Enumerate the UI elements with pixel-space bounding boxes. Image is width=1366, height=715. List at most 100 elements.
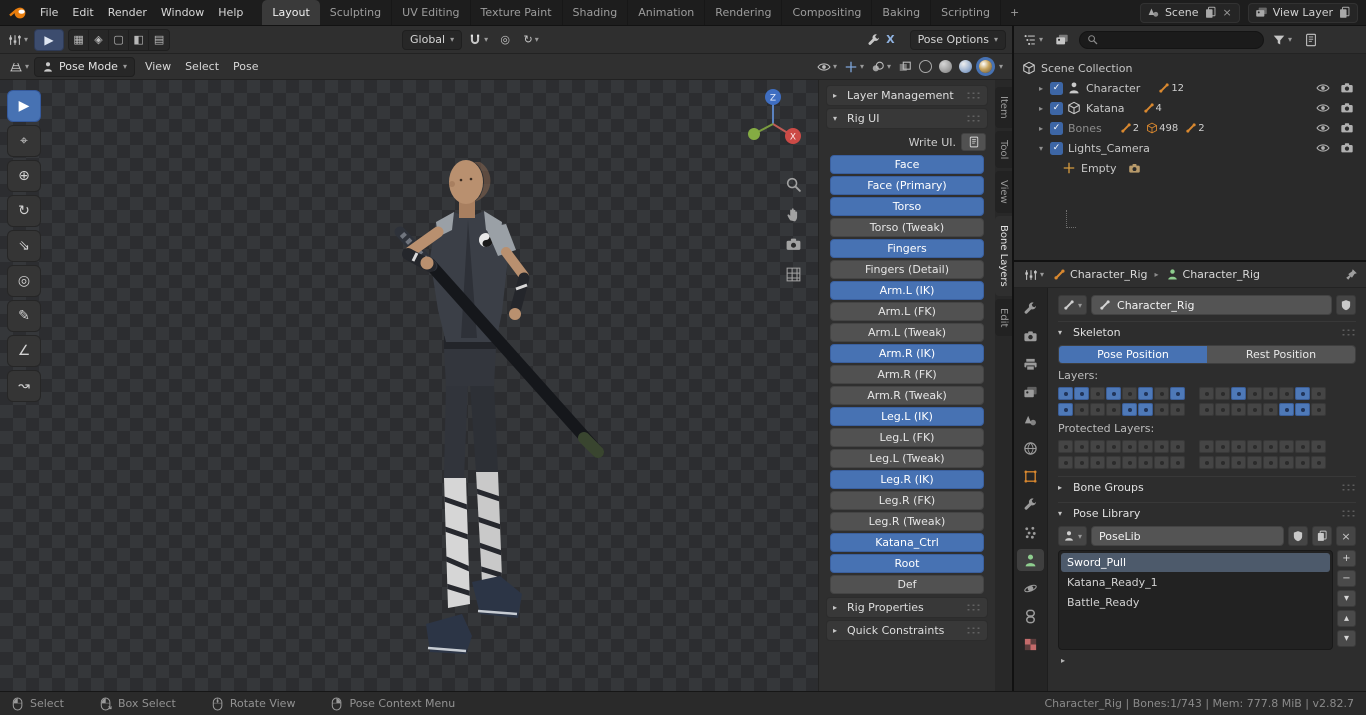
rig-layer-arm-l-tweak[interactable]: Arm.L (Tweak)	[830, 323, 984, 342]
disable-render-camera-icon[interactable]	[1340, 121, 1354, 135]
panel-grip[interactable]	[966, 603, 981, 612]
sidebar-tab-edit[interactable]: Edit	[995, 298, 1012, 337]
disable-render-camera-icon[interactable]	[1340, 81, 1354, 95]
rig-layer-leg-r-ik[interactable]: Leg.R (IK)	[830, 470, 984, 489]
snap-volume-icon[interactable]: ▤	[149, 30, 169, 50]
layer-toggle[interactable]	[1122, 387, 1137, 400]
outliner-row-bones[interactable]: ▸ ✓ Bones 2 498 2	[1016, 118, 1364, 138]
protected-layer-toggle[interactable]	[1138, 440, 1153, 453]
workspace-tab-baking[interactable]: Baking	[872, 0, 932, 25]
menu-file[interactable]: File	[33, 3, 65, 22]
protected-layer-toggle[interactable]	[1154, 440, 1169, 453]
panel-grip[interactable]	[966, 626, 981, 635]
rig-layer-arm-l-ik[interactable]: Arm.L (IK)	[830, 281, 984, 300]
menu-edit[interactable]: Edit	[65, 3, 100, 22]
layer-toggle[interactable]	[1247, 403, 1262, 416]
protected-layer-toggle[interactable]	[1170, 456, 1185, 469]
overlays-toggle[interactable]: ▾	[871, 60, 891, 74]
disclosure-icon[interactable]: ▸	[1036, 124, 1046, 133]
protected-layer-toggle[interactable]	[1122, 456, 1137, 469]
poselib-browse-button[interactable]: ▾	[1058, 526, 1088, 546]
layer-toggle[interactable]	[1170, 403, 1185, 416]
snap-face-icon[interactable]: ◧	[129, 29, 150, 50]
sidebar-tab-view[interactable]: View	[995, 171, 1012, 213]
outliner-row-scene-collection[interactable]: Scene Collection	[1016, 58, 1364, 78]
proportional-edit-button[interactable]: ◎	[494, 29, 516, 51]
tool-scale[interactable]: ⇘	[7, 230, 41, 262]
rig-layer-root[interactable]: Root	[830, 554, 984, 573]
bone-groups-panel-header[interactable]: ▸ Bone Groups	[1058, 476, 1356, 496]
protected-layer-toggle[interactable]	[1090, 456, 1105, 469]
rig-layer-leg-l-tweak[interactable]: Leg.L (Tweak)	[830, 449, 984, 468]
collection-checkbox[interactable]: ✓	[1050, 101, 1063, 115]
pose-position-button[interactable]: Pose Position	[1059, 346, 1207, 363]
tool-cursor[interactable]: ⌖	[7, 125, 41, 157]
disclosure-icon[interactable]: ▸	[1036, 104, 1046, 113]
layer-toggle[interactable]	[1311, 403, 1326, 416]
outliner-new-collection-button[interactable]	[1300, 29, 1322, 51]
protected-layer-toggle[interactable]	[1074, 440, 1089, 453]
layer-toggle[interactable]	[1138, 403, 1153, 416]
pose-specials-button[interactable]: ▾	[1337, 590, 1356, 607]
blender-logo-icon[interactable]	[9, 5, 28, 20]
layer-toggle[interactable]	[1199, 387, 1214, 400]
protected-layer-toggle[interactable]	[1247, 440, 1262, 453]
hide-eye-icon[interactable]	[1316, 141, 1330, 155]
poselib-name-field[interactable]: PoseLib	[1091, 526, 1284, 546]
layer-toggle[interactable]	[1058, 387, 1073, 400]
xray-toggle[interactable]	[898, 60, 912, 74]
copy-scene-icon[interactable]	[1204, 6, 1217, 19]
shading-material-button[interactable]	[958, 60, 972, 73]
protected-layer-toggle[interactable]	[1263, 440, 1278, 453]
outliner-filter-button[interactable]: ▾	[1270, 29, 1294, 51]
protected-layer-toggle[interactable]	[1154, 456, 1169, 469]
grid-ortho-icon[interactable]	[785, 266, 802, 283]
pan-hand-icon[interactable]	[785, 206, 802, 223]
rig-layer-torso-tweak[interactable]: Torso (Tweak)	[830, 218, 984, 237]
transform-pivot-button[interactable]: ↻ ▾	[520, 29, 542, 51]
poselib-fake-user-button[interactable]	[1288, 526, 1308, 546]
protected-layer-toggle[interactable]	[1215, 440, 1230, 453]
unlink-scene-icon[interactable]: ×	[1222, 6, 1233, 19]
editor-type-button[interactable]: ▾	[7, 56, 31, 78]
protected-layer-toggle[interactable]	[1231, 440, 1246, 453]
workspace-tab-shading[interactable]: Shading	[563, 0, 629, 25]
layer-toggle[interactable]	[1106, 387, 1121, 400]
protected-layer-toggle[interactable]	[1122, 440, 1137, 453]
protected-layer-toggle[interactable]	[1138, 456, 1153, 469]
protected-layer-toggle[interactable]	[1279, 440, 1294, 453]
workspace-tab-layout[interactable]: Layout	[262, 0, 320, 25]
layer-toggle[interactable]	[1106, 403, 1121, 416]
protected-layer-toggle[interactable]	[1311, 440, 1326, 453]
menu-help[interactable]: Help	[211, 3, 250, 22]
pose-options-dropdown[interactable]: Pose Options ▾	[909, 29, 1006, 50]
rig-layer-fingers[interactable]: Fingers	[830, 239, 984, 258]
protected-layer-toggle[interactable]	[1231, 456, 1246, 469]
breadcrumb-data[interactable]: Character_Rig	[1166, 268, 1260, 281]
properties-tab-world[interactable]	[1017, 437, 1044, 459]
outliner-row-katana[interactable]: ▸ ✓ Katana 4	[1016, 98, 1364, 118]
tool-move[interactable]: ⊕	[7, 160, 41, 192]
sidebar-tab-bone-layers[interactable]: Bone Layers	[995, 215, 1012, 296]
navigation-gizmo[interactable]: Z X	[742, 86, 804, 148]
panel-grip[interactable]	[1341, 483, 1356, 492]
tool-transform[interactable]: ◎	[7, 265, 41, 297]
workspace-tab-animation[interactable]: Animation	[628, 0, 706, 25]
poselib-copy-button[interactable]	[1312, 526, 1332, 546]
tool-rotate[interactable]: ↻	[7, 195, 41, 227]
protected-layer-toggle[interactable]	[1058, 456, 1073, 469]
layer-toggle[interactable]	[1090, 403, 1105, 416]
protected-layer-toggle[interactable]	[1199, 440, 1214, 453]
gizmo-z-label[interactable]: Z	[770, 94, 776, 104]
hide-eye-icon[interactable]	[1316, 121, 1330, 135]
tool-select-box[interactable]: ▶	[7, 90, 41, 122]
armature-browse-button[interactable]: ▾	[1058, 295, 1088, 315]
viewport-canvas[interactable]: ▶ ⌖ ⊕ ↻ ⇘ ◎ ✎ ∠ ↝ Z X ▸ Layer Management…	[0, 80, 1012, 691]
rig-layer-leg-r-fk[interactable]: Leg.R (FK)	[830, 491, 984, 510]
pose-mirror-group[interactable]: X	[865, 29, 899, 51]
protected-layer-toggle[interactable]	[1170, 440, 1185, 453]
mode-selector[interactable]: Pose Mode ▾	[34, 56, 135, 77]
gizmos-toggle[interactable]: ▾	[844, 60, 864, 74]
layer-toggle[interactable]	[1058, 403, 1073, 416]
snap-increment-icon[interactable]: ▦	[69, 29, 90, 50]
